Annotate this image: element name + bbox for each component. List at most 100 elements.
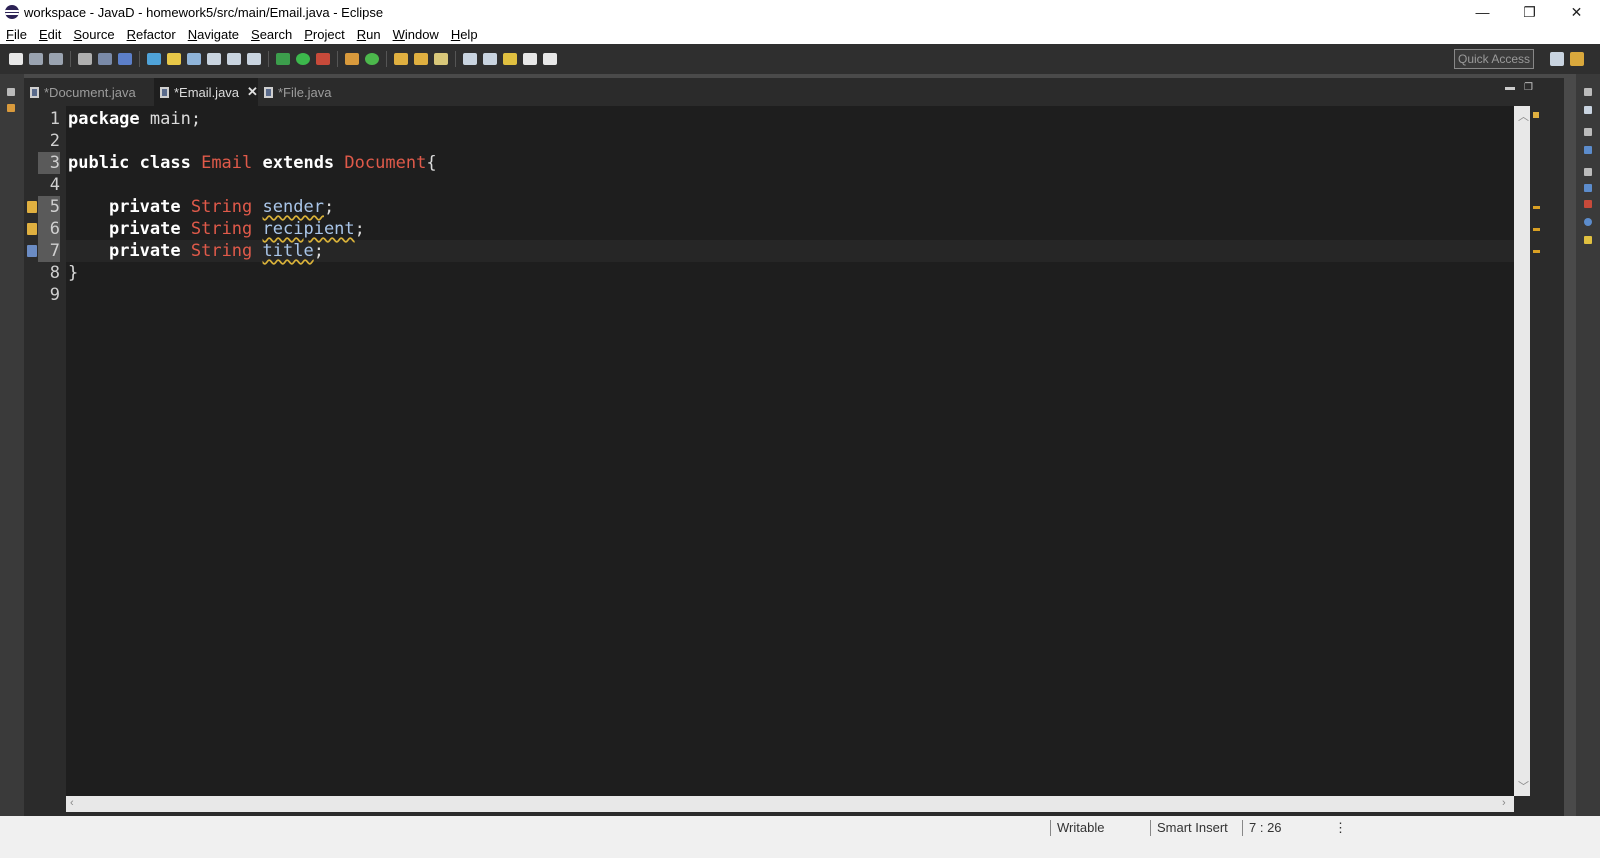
new-icon[interactable] — [9, 53, 23, 65]
warning-icon[interactable] — [27, 201, 37, 213]
restore-icon[interactable] — [7, 88, 15, 96]
code-line-field-recipient: private String recipient; — [68, 218, 365, 240]
coverage-icon[interactable] — [276, 53, 290, 65]
restore-icon[interactable] — [1584, 128, 1592, 136]
package-explorer-icon[interactable] — [7, 104, 15, 112]
debug-icon[interactable] — [118, 53, 132, 65]
type-name: String — [190, 241, 253, 261]
outline-icon[interactable] — [1584, 146, 1592, 154]
scroll-left-icon[interactable]: ‹ — [70, 797, 74, 809]
restore-icon[interactable] — [1584, 168, 1592, 176]
warning-summary-icon[interactable] — [1533, 112, 1539, 118]
declaration-icon[interactable] — [1584, 218, 1592, 226]
line-number: 6 — [49, 219, 60, 239]
code-line-close-brace: } — [68, 262, 78, 284]
status-bar: Writable Smart Insert 7 : 26 ⋮ — [0, 816, 1600, 840]
menu-source[interactable]: Source — [73, 27, 114, 42]
menu-navigate[interactable]: Navigate — [188, 27, 239, 42]
menu-search[interactable]: Search — [251, 27, 292, 42]
menu-refactor[interactable]: Refactor — [127, 27, 176, 42]
save-icon[interactable] — [29, 53, 43, 65]
toolbar-separator — [386, 51, 387, 67]
close-icon[interactable]: ✕ — [247, 84, 258, 100]
overview-warning-mark[interactable] — [1533, 250, 1540, 253]
open-perspective-icon[interactable] — [1550, 52, 1564, 66]
status-menu-icon[interactable]: ⋮ — [1334, 820, 1347, 836]
new-class-icon[interactable] — [365, 53, 379, 65]
menu-run[interactable]: Run — [357, 27, 381, 42]
javadoc-icon[interactable] — [1584, 200, 1592, 208]
warning-icon[interactable] — [27, 245, 37, 257]
menu-edit[interactable]: Edit — [39, 27, 61, 42]
vertical-scrollbar[interactable]: ︿ ﹀ — [1514, 106, 1530, 796]
overview-warning-mark[interactable] — [1533, 206, 1540, 209]
scroll-up-icon[interactable]: ︿ — [1518, 108, 1529, 124]
java-file-icon — [30, 86, 39, 98]
search-refs-icon[interactable] — [187, 53, 201, 65]
scroll-right-icon[interactable]: › — [1502, 797, 1506, 809]
code-line-field-title: private String title; — [68, 240, 324, 262]
search-icon[interactable] — [434, 53, 448, 65]
print-icon[interactable] — [78, 53, 92, 65]
minimize-editor-icon[interactable]: ▬ — [1505, 82, 1515, 93]
scroll-down-icon[interactable]: ﹀ — [1518, 778, 1529, 794]
java-perspective-icon[interactable] — [1570, 52, 1584, 66]
warning-icon[interactable] — [27, 223, 37, 235]
insert-mode-status[interactable]: Smart Insert — [1157, 820, 1228, 836]
status-separator — [1150, 820, 1151, 836]
overview-ruler — [1530, 106, 1542, 796]
overview-warning-mark[interactable] — [1533, 228, 1540, 231]
back-arrow-icon[interactable] — [523, 53, 537, 65]
forward-arrow-icon[interactable] — [543, 53, 557, 65]
java-file-icon — [160, 86, 169, 98]
toggle-icon[interactable] — [227, 53, 241, 65]
task-list-icon[interactable] — [1584, 106, 1592, 114]
keyword: public class — [68, 153, 191, 173]
tab-label: *Document.java — [44, 84, 136, 100]
menu-project[interactable]: Project — [304, 27, 344, 42]
save-all-icon[interactable] — [49, 53, 63, 65]
skip-breakpoints-icon[interactable] — [98, 53, 112, 65]
annotation-next-icon[interactable] — [463, 53, 477, 65]
left-trim-bar — [0, 74, 24, 836]
restore-icon[interactable] — [1584, 88, 1592, 96]
close-window-button[interactable]: ✕ — [1553, 0, 1600, 24]
new-package-icon[interactable] — [345, 53, 359, 65]
tab-email-java[interactable]: *Email.java ✕ — [154, 78, 258, 106]
field-name: recipient — [262, 219, 355, 239]
maximize-editor-icon[interactable]: ❐ — [1524, 82, 1533, 93]
open-type-icon[interactable] — [147, 53, 161, 65]
horizontal-scrollbar[interactable]: ‹ › — [66, 796, 1514, 812]
external-tools-icon[interactable] — [316, 53, 330, 65]
tab-document-java[interactable]: *Document.java — [24, 78, 152, 106]
split-editor-icon[interactable] — [247, 53, 261, 65]
open-resource-icon[interactable] — [414, 53, 428, 65]
tab-file-java[interactable]: *File.java — [258, 78, 358, 106]
minimize-button[interactable]: — — [1459, 0, 1506, 24]
tab-label: *Email.java — [174, 84, 240, 100]
task-icon[interactable] — [207, 53, 221, 65]
pen-icon[interactable] — [167, 53, 181, 65]
status-separator — [1050, 820, 1051, 836]
eclipse-logo-icon — [5, 5, 19, 19]
open-folder-icon[interactable] — [394, 53, 408, 65]
status-separator — [1242, 820, 1243, 836]
cursor-position[interactable]: 7 : 26 — [1249, 820, 1282, 836]
run-icon[interactable] — [296, 53, 310, 65]
line-number: 4 — [49, 175, 60, 195]
toolbar-separator — [70, 51, 71, 67]
menu-file[interactable]: File — [6, 27, 27, 42]
annotation-prev-icon[interactable] — [483, 53, 497, 65]
restore-button[interactable]: ❐ — [1506, 0, 1553, 24]
menu-window[interactable]: Window — [393, 27, 439, 42]
java-file-icon — [264, 86, 273, 98]
parent-class-name: Document — [344, 153, 427, 173]
code-line-package: package main; — [68, 108, 201, 130]
quick-access-field[interactable]: Quick Access — [1454, 49, 1534, 69]
menu-help[interactable]: Help — [451, 27, 478, 42]
problems-icon[interactable] — [1584, 184, 1592, 192]
last-edit-icon[interactable] — [503, 53, 517, 65]
toolbar-separator — [268, 51, 269, 67]
toolbar-separator — [337, 51, 338, 67]
console-icon[interactable] — [1584, 236, 1592, 244]
